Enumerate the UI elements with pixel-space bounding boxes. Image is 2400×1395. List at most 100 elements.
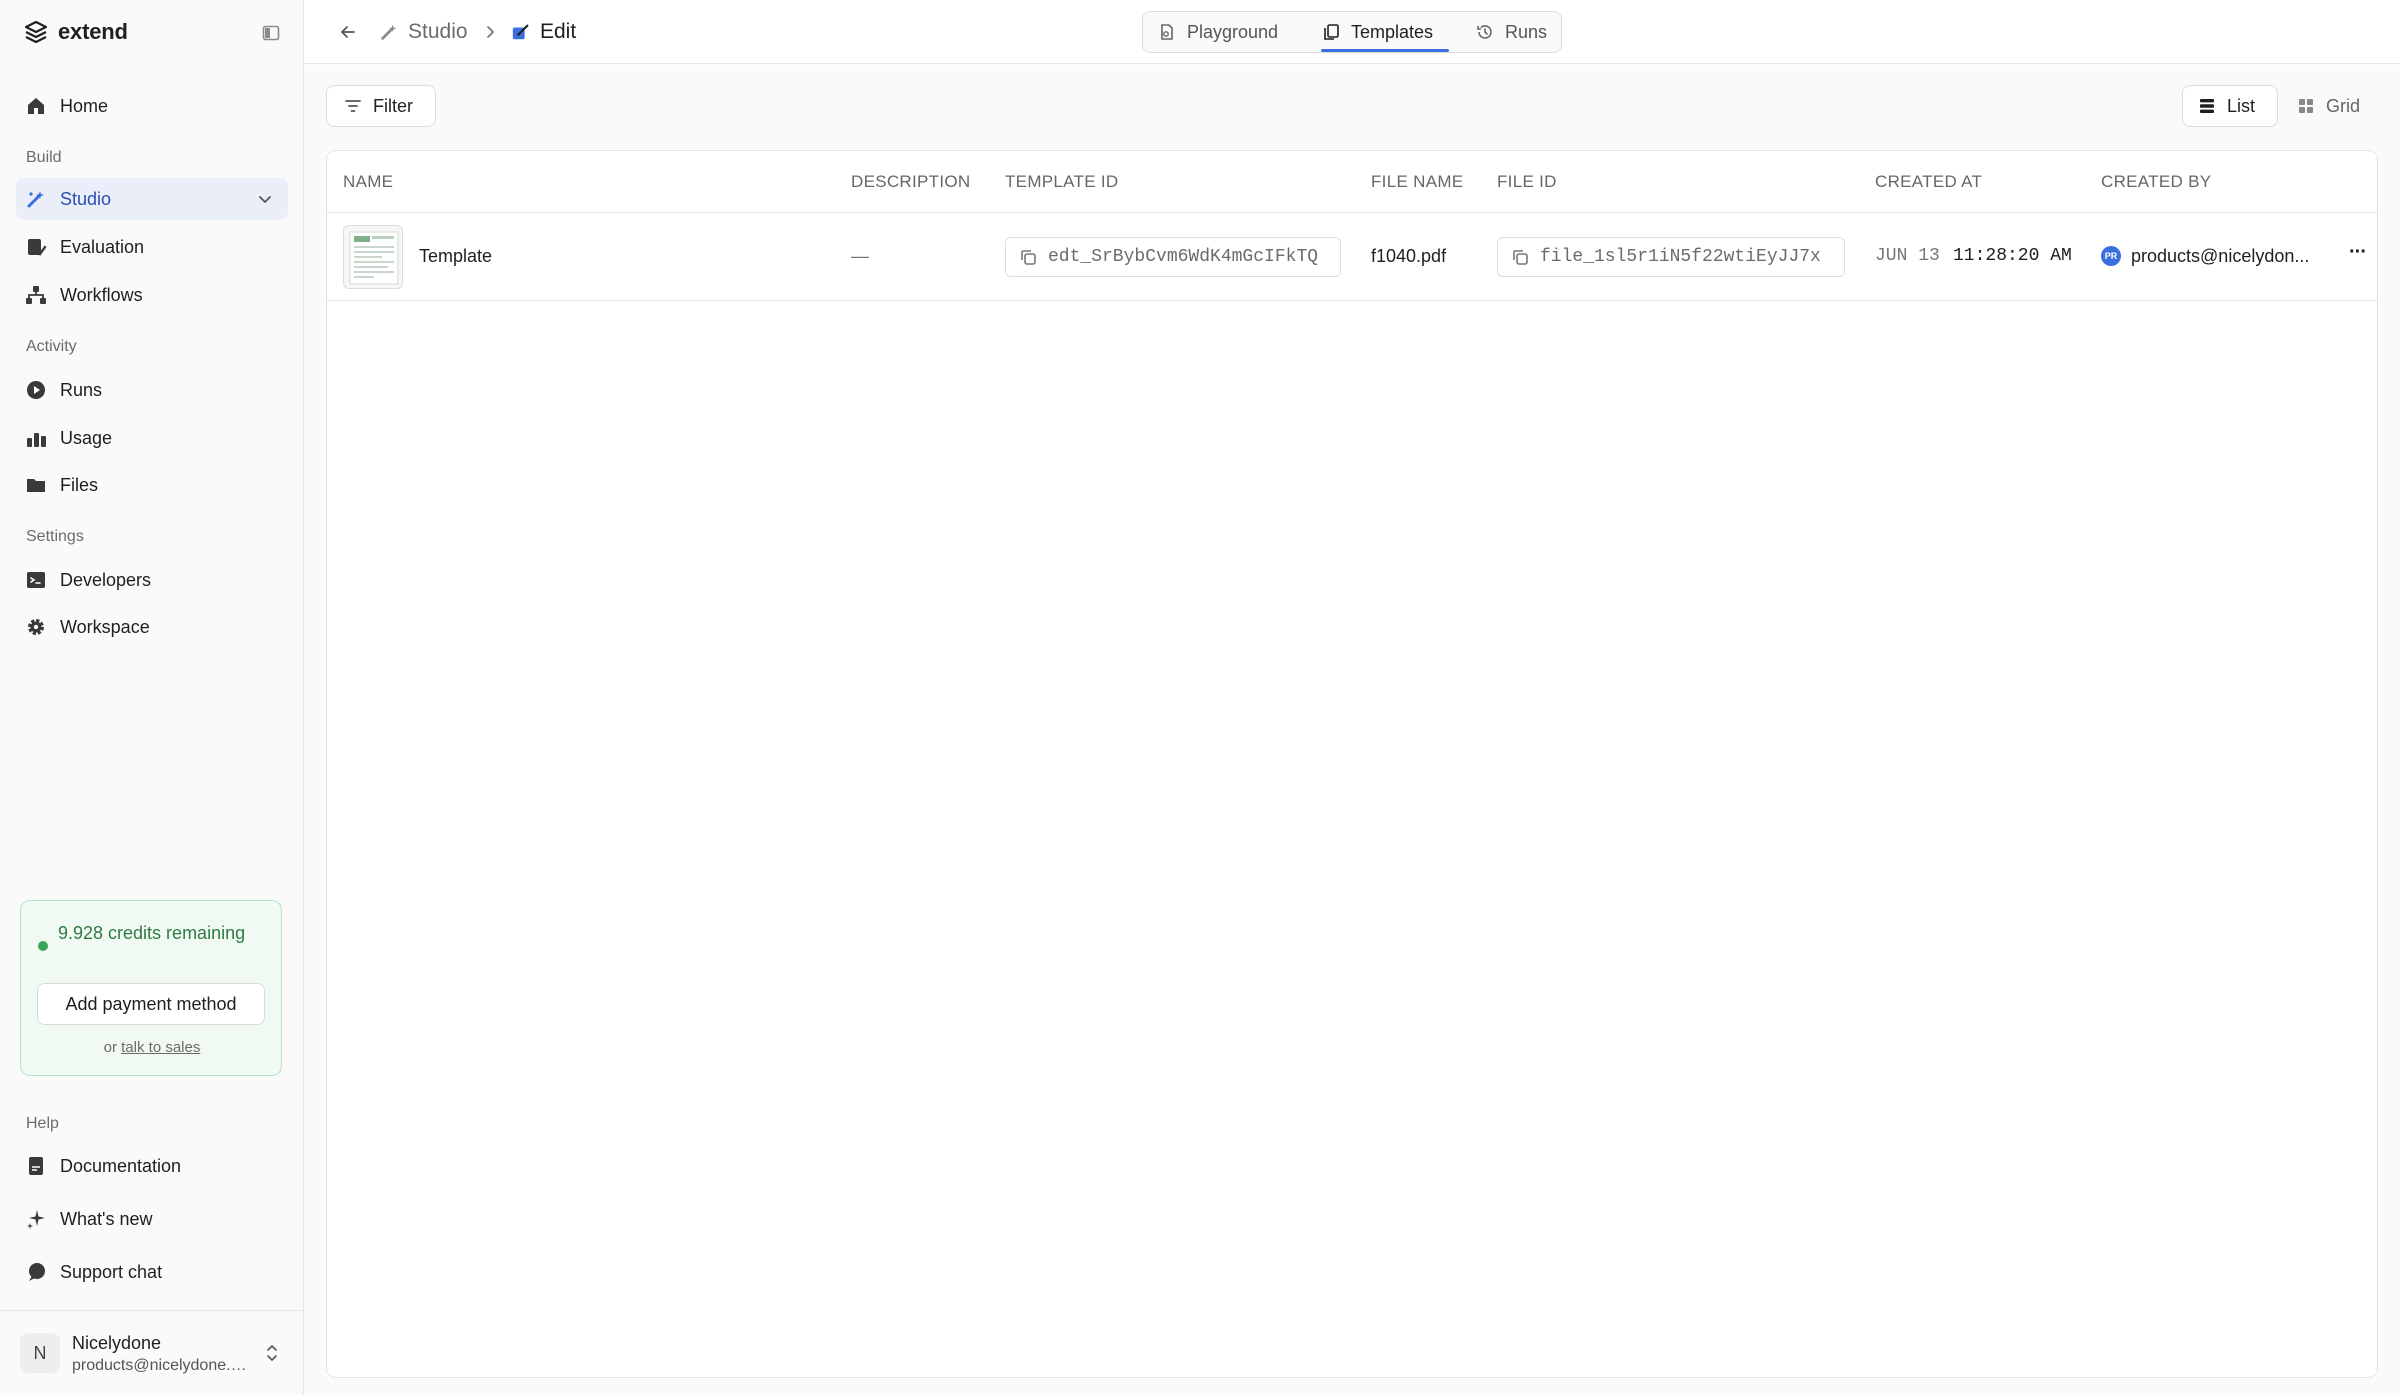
section-label-activity: Activity	[26, 338, 77, 355]
section-label-settings: Settings	[26, 528, 84, 545]
user-name: Nicelydone	[72, 1333, 162, 1353]
column-header-created-at[interactable]: CREATED AT	[1875, 172, 1982, 192]
sidebar-item-label: Workflows	[60, 284, 143, 305]
view-tabs: Playground Templates Runs	[1142, 11, 1562, 53]
talk-to-sales-line: or talk to sales	[21, 1039, 283, 1056]
avatar: PR	[2101, 246, 2121, 266]
playground-icon	[1157, 22, 1177, 42]
template-thumbnail	[343, 225, 403, 289]
column-header-template-id[interactable]: TEMPLATE ID	[1005, 172, 1119, 192]
template-description: —	[851, 246, 869, 266]
workflows-icon	[24, 283, 48, 307]
list-view-button[interactable]: List	[2182, 85, 2278, 127]
sidebar-item-documentation[interactable]: Documentation	[16, 1145, 288, 1187]
column-header-name[interactable]: NAME	[343, 172, 393, 192]
back-arrow-icon[interactable]	[334, 18, 362, 46]
user-menu[interactable]: N Nicelydone products@nicelydone.club	[0, 1310, 304, 1395]
file-id-chip[interactable]: file_1sl5r1iN5f22wtiEyJJ7x	[1497, 237, 1845, 277]
add-payment-method-button[interactable]: Add payment method	[37, 983, 265, 1025]
top-bar: Studio Edit Playground Templates Runs	[304, 0, 2400, 64]
column-header-file-name[interactable]: FILE NAME	[1371, 172, 1463, 192]
section-label-help: Help	[26, 1115, 59, 1132]
sidebar-item-label: Workspace	[60, 616, 150, 637]
document-icon	[24, 1154, 48, 1178]
sidebar: extend Home Build Studio Evaluation Work…	[0, 0, 304, 1395]
edit-icon	[510, 21, 532, 43]
file-id: file_1sl5r1iN5f22wtiEyJJ7x	[1540, 247, 1821, 267]
gear-icon	[24, 615, 48, 639]
sidebar-item-label: Runs	[60, 379, 103, 400]
created-by: PR products@nicelydon...	[2101, 243, 2331, 271]
templates-table: NAME DESCRIPTION TEMPLATE ID FILE NAME F…	[326, 150, 2378, 1378]
column-header-file-id[interactable]: FILE ID	[1497, 172, 1557, 192]
talk-to-sales-link[interactable]: talk to sales	[121, 1039, 200, 1056]
column-header-description[interactable]: DESCRIPTION	[851, 172, 970, 192]
app-name: extend	[58, 19, 128, 44]
main-content: Filter List Grid NAME DESCRIPTION TEMPLA…	[304, 65, 2400, 1395]
row-more-icon[interactable]: ···	[2349, 241, 2367, 264]
column-header-created-by[interactable]: CREATED BY	[2101, 172, 2211, 192]
chevron-up-down-icon[interactable]	[262, 1341, 282, 1365]
sidebar-item-label: Files	[60, 474, 99, 495]
tab-runs[interactable]: Runs	[1475, 12, 1547, 52]
breadcrumb-studio[interactable]: Studio	[378, 18, 468, 46]
breadcrumb-edit: Edit	[510, 18, 576, 46]
folder-icon	[24, 473, 48, 497]
evaluation-icon	[24, 235, 48, 259]
sidebar-item-runs[interactable]: Runs	[16, 369, 288, 411]
credits-remaining: 9.928 credits remaining	[58, 923, 246, 943]
grid-label: Grid	[2326, 95, 2361, 116]
user-email: products@nicelydone.club	[72, 1357, 252, 1374]
file-name: f1040.pdf	[1371, 246, 1447, 266]
logo[interactable]: extend	[22, 16, 284, 48]
status-dot	[38, 941, 48, 951]
table-row[interactable]: Template — edt_SrBybCvm6WdK4mGcIFkTQ f10…	[327, 213, 2377, 301]
usage-icon	[24, 426, 48, 450]
template-name[interactable]: Template	[419, 246, 492, 267]
tab-label: Playground	[1187, 21, 1279, 42]
tab-label: Templates	[1351, 21, 1434, 42]
sidebar-item-usage[interactable]: Usage	[16, 417, 288, 459]
sidebar-item-whats-new[interactable]: What's new	[16, 1198, 288, 1240]
home-icon	[24, 94, 48, 118]
credits-panel: 9.928 credits remaining Add payment meth…	[20, 900, 282, 1076]
templates-icon	[1321, 22, 1341, 42]
list-label: List	[2227, 95, 2256, 116]
sidebar-item-developers[interactable]: Developers	[16, 559, 288, 601]
sidebar-collapse-icon[interactable]	[258, 20, 284, 46]
filter-button[interactable]: Filter	[326, 85, 436, 127]
sidebar-item-studio[interactable]: Studio	[16, 178, 288, 220]
section-label-build: Build	[26, 149, 62, 166]
table-header: NAME DESCRIPTION TEMPLATE ID FILE NAME F…	[327, 151, 2377, 213]
chevron-right-icon	[480, 21, 500, 43]
sidebar-item-workspace[interactable]: Workspace	[16, 606, 288, 648]
sidebar-item-label: Evaluation	[60, 236, 145, 257]
breadcrumb-label: Studio	[408, 20, 468, 43]
tab-playground[interactable]: Playground	[1157, 12, 1278, 52]
studio-icon	[24, 187, 48, 211]
created-by-email: products@nicelydon...	[2131, 246, 2310, 266]
grid-view-button[interactable]: Grid	[2282, 85, 2378, 127]
view-toggle: List Grid	[2182, 85, 2378, 127]
tab-templates[interactable]: Templates	[1321, 12, 1433, 52]
sidebar-item-evaluation[interactable]: Evaluation	[16, 226, 288, 268]
sales-prefix: or	[103, 1039, 117, 1056]
play-icon	[24, 378, 48, 402]
sparkle-icon	[24, 1207, 48, 1231]
developers-icon	[24, 568, 48, 592]
active-tab-indicator	[1321, 49, 1449, 52]
sidebar-item-files[interactable]: Files	[16, 464, 288, 506]
sidebar-item-label: Studio	[60, 188, 112, 209]
sidebar-item-home[interactable]: Home	[16, 85, 288, 127]
list-icon	[2197, 96, 2217, 116]
template-id-chip[interactable]: edt_SrBybCvm6WdK4mGcIFkTQ	[1005, 237, 1341, 277]
sidebar-item-workflows[interactable]: Workflows	[16, 274, 288, 316]
chevron-down-icon[interactable]	[254, 188, 276, 210]
chat-icon	[24, 1260, 48, 1284]
copy-icon	[1510, 247, 1530, 267]
created-date: JUN 13	[1875, 246, 1940, 266]
sidebar-item-label: What's new	[60, 1208, 153, 1229]
sidebar-item-support-chat[interactable]: Support chat	[16, 1251, 288, 1293]
extend-logo-icon	[22, 18, 50, 46]
sidebar-item-label: Documentation	[60, 1155, 182, 1176]
